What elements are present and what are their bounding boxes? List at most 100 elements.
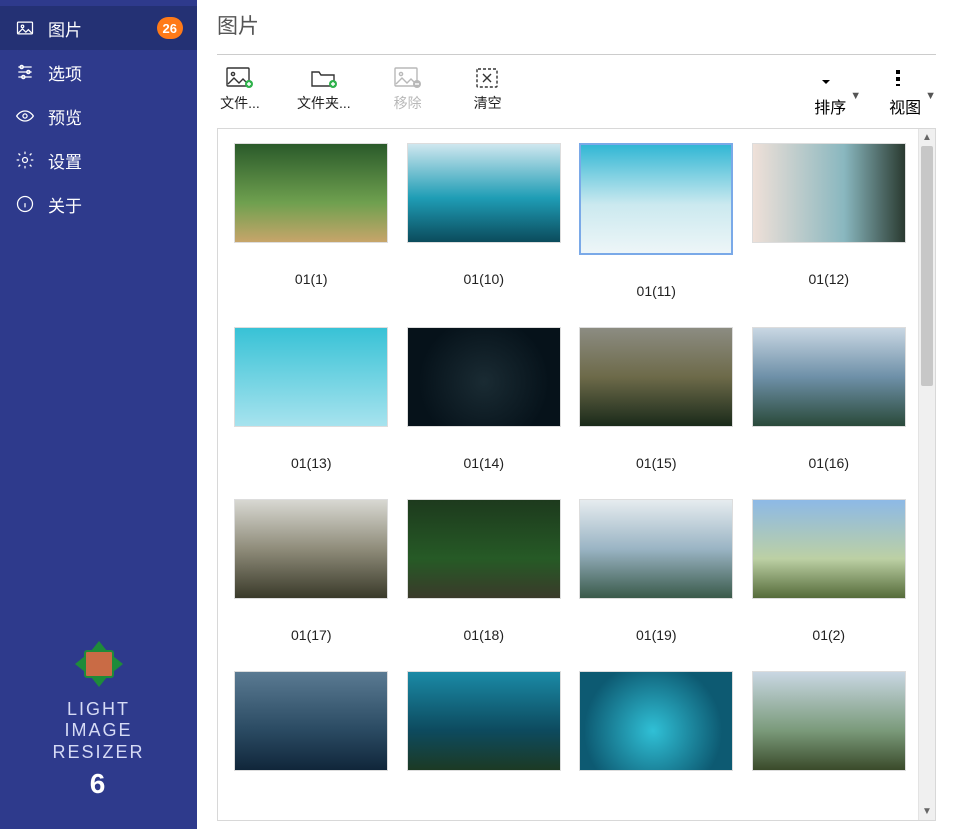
thumbnail-image[interactable] bbox=[234, 671, 388, 771]
toolbar: 文件... 文件夹... 移除 bbox=[197, 55, 956, 122]
sidebar-item-label: 选项 bbox=[48, 60, 183, 85]
thumbnail-item[interactable] bbox=[405, 671, 564, 771]
thumbnail-item[interactable]: 01(14) bbox=[405, 327, 564, 471]
thumbnail-item[interactable]: 01(1) bbox=[232, 143, 391, 299]
thumbnail-label: 01(1) bbox=[295, 271, 328, 287]
app-version: 6 bbox=[0, 767, 197, 801]
app-name-line3: RESIZER bbox=[52, 742, 144, 762]
thumbnail-image[interactable] bbox=[579, 143, 733, 255]
sidebar-item-about[interactable]: 关于 bbox=[0, 182, 197, 226]
remove-icon bbox=[394, 67, 422, 89]
thumbnail-item[interactable]: 01(10) bbox=[405, 143, 564, 299]
thumbnail-item[interactable] bbox=[750, 671, 909, 771]
thumbnail-label: 01(15) bbox=[636, 455, 676, 471]
images-count-badge: 26 bbox=[157, 17, 183, 39]
thumbnail-label: 01(14) bbox=[464, 455, 504, 471]
sidebar-item-images[interactable]: 图片 26 bbox=[0, 6, 197, 50]
thumbnail-item[interactable]: 01(12) bbox=[750, 143, 909, 299]
sidebar-spacer bbox=[0, 226, 197, 639]
thumbnail-item[interactable]: 01(2) bbox=[750, 499, 909, 643]
sidebar-item-label: 设置 bbox=[48, 148, 183, 173]
thumbnail-image[interactable] bbox=[579, 499, 733, 599]
clear-icon bbox=[474, 67, 502, 89]
clear-button[interactable]: 清空 bbox=[465, 67, 511, 113]
sidebar-item-preview[interactable]: 预览 bbox=[0, 94, 197, 138]
thumbnail-item[interactable] bbox=[232, 671, 391, 771]
page-title: 图片 bbox=[217, 10, 936, 40]
info-icon bbox=[14, 193, 36, 215]
thumbnail-image[interactable] bbox=[407, 143, 561, 243]
thumbnail-item[interactable]: 01(15) bbox=[577, 327, 736, 471]
sidebar-item-label: 预览 bbox=[48, 104, 183, 129]
toolbar-label: 清空 bbox=[474, 93, 502, 113]
main: 图片 文件... 文件夹... bbox=[197, 0, 956, 829]
sidebar-item-settings[interactable]: 设置 bbox=[0, 138, 197, 182]
scroll-thumb[interactable] bbox=[921, 146, 933, 386]
sidebar-item-options[interactable]: 选项 bbox=[0, 50, 197, 94]
gear-icon bbox=[14, 149, 36, 171]
images-icon bbox=[14, 17, 36, 39]
app-logo-icon bbox=[67, 639, 131, 689]
thumbnail-image[interactable] bbox=[579, 671, 733, 771]
thumbnail-label: 01(2) bbox=[812, 627, 845, 643]
thumbnail-item[interactable]: 01(18) bbox=[405, 499, 564, 643]
thumbnail-image[interactable] bbox=[407, 499, 561, 599]
thumbnail-label: 01(12) bbox=[809, 271, 849, 287]
toolbar-label: 移除 bbox=[394, 93, 422, 113]
thumbnail-item[interactable]: 01(16) bbox=[750, 327, 909, 471]
thumbnail-grid-scroll[interactable]: 01(1) 01(10) 01(11) 01(12) 01(13) 01(14) 01(15… bbox=[218, 129, 918, 820]
add-file-icon bbox=[226, 67, 254, 89]
chevron-down-icon: ▼ bbox=[925, 90, 936, 102]
thumbnail-image[interactable] bbox=[579, 327, 733, 427]
sort-icon bbox=[818, 67, 842, 94]
toolbar-left: 文件... 文件夹... 移除 bbox=[217, 67, 511, 113]
thumbnail-image[interactable] bbox=[752, 143, 906, 243]
thumbnail-item[interactable]: 01(19) bbox=[577, 499, 736, 643]
toolbar-label: 文件夹... bbox=[297, 93, 351, 113]
thumbnail-image[interactable] bbox=[752, 499, 906, 599]
thumbnail-item[interactable] bbox=[577, 671, 736, 771]
thumbnail-label: 01(19) bbox=[636, 627, 676, 643]
add-file-button[interactable]: 文件... bbox=[217, 67, 263, 113]
page-header: 图片 bbox=[197, 0, 956, 48]
add-folder-icon bbox=[310, 67, 338, 89]
sort-dropdown[interactable]: 排序 ▼ bbox=[814, 67, 861, 118]
app-root: 图片 26 选项 预览 设置 bbox=[0, 0, 956, 829]
thumbnail-image[interactable] bbox=[234, 327, 388, 427]
toolbar-right: 排序 ▼ 视图 ▼ bbox=[814, 67, 936, 118]
thumbnail-image[interactable] bbox=[407, 671, 561, 771]
thumbnail-item[interactable]: 01(17) bbox=[232, 499, 391, 643]
toolbar-label: 视图 bbox=[889, 94, 921, 118]
sidebar-item-label: 图片 bbox=[48, 16, 157, 41]
view-icon bbox=[893, 67, 917, 94]
view-dropdown[interactable]: 视图 ▼ bbox=[889, 67, 936, 118]
eye-icon bbox=[14, 105, 36, 127]
thumbnail-item[interactable]: 01(11) bbox=[577, 143, 736, 299]
app-name-line2: IMAGE bbox=[64, 720, 132, 740]
thumbnail-image[interactable] bbox=[234, 143, 388, 243]
add-folder-button[interactable]: 文件夹... bbox=[297, 67, 351, 113]
scrollbar[interactable]: ▲ ▼ bbox=[918, 129, 935, 820]
thumbnail-image[interactable] bbox=[234, 499, 388, 599]
thumbnail-label: 01(17) bbox=[291, 627, 331, 643]
thumbnail-item[interactable]: 01(13) bbox=[232, 327, 391, 471]
sidebar-item-label: 关于 bbox=[48, 192, 183, 217]
thumbnail-label: 01(16) bbox=[809, 455, 849, 471]
app-name-line1: LIGHT bbox=[67, 699, 130, 719]
app-logo: LIGHT IMAGE RESIZER 6 bbox=[0, 639, 197, 829]
thumbnail-image[interactable] bbox=[752, 671, 906, 771]
toolbar-label: 排序 bbox=[814, 94, 846, 118]
thumbnail-label: 01(18) bbox=[464, 627, 504, 643]
thumbnail-label: 01(13) bbox=[291, 455, 331, 471]
thumbnail-pane: 01(1) 01(10) 01(11) 01(12) 01(13) 01(14) 01(15… bbox=[217, 128, 936, 821]
sidebar-nav: 图片 26 选项 预览 设置 bbox=[0, 0, 197, 226]
thumbnail-label: 01(11) bbox=[637, 283, 676, 299]
app-logo-text: LIGHT IMAGE RESIZER 6 bbox=[0, 699, 197, 801]
scroll-down-arrow[interactable]: ▼ bbox=[919, 803, 935, 820]
remove-button[interactable]: 移除 bbox=[385, 67, 431, 113]
thumbnail-label: 01(10) bbox=[464, 271, 504, 287]
thumbnail-image[interactable] bbox=[407, 327, 561, 427]
chevron-down-icon: ▼ bbox=[850, 90, 861, 102]
scroll-up-arrow[interactable]: ▲ bbox=[919, 129, 935, 146]
thumbnail-image[interactable] bbox=[752, 327, 906, 427]
